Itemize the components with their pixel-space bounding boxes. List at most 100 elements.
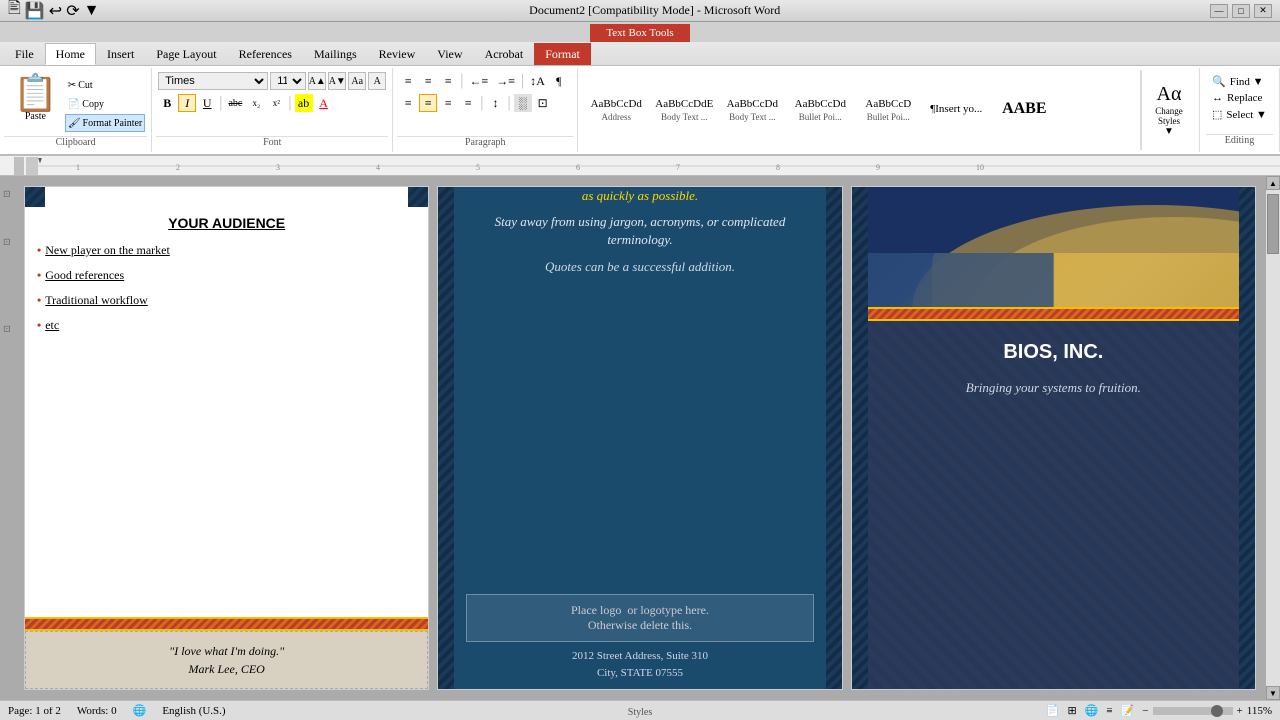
zoom-marker bbox=[1211, 705, 1223, 717]
address-text: 2012 Street Address, Suite 310 City, STA… bbox=[466, 648, 813, 681]
subscript-button[interactable]: x₂ bbox=[247, 94, 265, 112]
line-spacing-button[interactable]: ↕ bbox=[486, 94, 504, 112]
save-icon[interactable]: 💾 bbox=[25, 1, 45, 21]
style-body-text-1-preview: AaBbCcDdE bbox=[655, 98, 713, 110]
middle-text-1: as quickly as possible. bbox=[466, 187, 813, 205]
pages-container: YOUR AUDIENCE • New player on the market… bbox=[14, 176, 1266, 700]
style-body-text-2-preview: AaBbCcDd bbox=[727, 98, 778, 110]
undo-icon[interactable]: ↩ bbox=[49, 1, 62, 21]
bullet-sym-2: • bbox=[37, 268, 41, 283]
clear-format-button[interactable]: A bbox=[368, 72, 386, 90]
middle-left-stripe bbox=[438, 187, 454, 689]
grow-font-button[interactable]: A▲ bbox=[308, 72, 326, 90]
maximize-button[interactable]: □ bbox=[1232, 4, 1250, 18]
tab-file[interactable]: File bbox=[4, 43, 45, 65]
style-bullet-2[interactable]: AaBbCcD Bullet Poi... bbox=[854, 95, 922, 125]
replace-button[interactable]: ↔ Replace bbox=[1208, 91, 1271, 105]
select-label: Select ▼ bbox=[1226, 109, 1267, 121]
font-group: Times 11 A▲ A▼ Aa A B I U | abc x₂ x² | … bbox=[152, 68, 393, 152]
ribbon: 📋 Paste ✂Cut 📄Copy 🖌Format Painter Clipb… bbox=[0, 66, 1280, 156]
sort-button[interactable]: ↕A bbox=[527, 72, 548, 90]
title-bar-left: 🖹 💾 ↩ ⟳ ▼ bbox=[8, 0, 99, 24]
style-heading[interactable]: AABE bbox=[990, 97, 1058, 123]
underline-button[interactable]: U bbox=[198, 94, 216, 112]
replace-icon: ↔ bbox=[1212, 92, 1223, 104]
middle-text-3: Quotes can be a successful addition. bbox=[466, 258, 813, 276]
justify-button[interactable]: ≡ bbox=[459, 94, 477, 112]
change-styles-arrow: ▼ bbox=[1164, 126, 1174, 137]
numbering-button[interactable]: ≡ bbox=[419, 72, 437, 90]
bold-button[interactable]: B bbox=[158, 94, 176, 112]
superscript-button[interactable]: x² bbox=[267, 94, 285, 112]
align-left-button[interactable]: ≡ bbox=[399, 94, 417, 112]
align-right-button[interactable]: ≡ bbox=[439, 94, 457, 112]
styles-group: AaBbCcDd Address AaBbCcDdE Body Text ...… bbox=[578, 68, 1200, 152]
scroll-thumb[interactable] bbox=[1267, 194, 1279, 254]
clipboard-group: 📋 Paste ✂Cut 📄Copy 🖌Format Painter Clipb… bbox=[0, 68, 152, 152]
italic-button[interactable]: I bbox=[178, 94, 196, 112]
logo-text-1: Place logo or logotype here.Otherwise de… bbox=[475, 603, 804, 633]
font-name-select[interactable]: Times bbox=[158, 72, 268, 90]
cut-button[interactable]: ✂Cut bbox=[65, 76, 145, 94]
highlight-button[interactable]: ab bbox=[295, 94, 313, 112]
style-bullet-2-preview: AaBbCcD bbox=[865, 98, 911, 110]
title-bar: 🖹 💾 ↩ ⟳ ▼ Document2 [Compatibility Mode]… bbox=[0, 0, 1280, 22]
style-insert[interactable]: ¶Insert yo... bbox=[922, 100, 990, 120]
minimize-button[interactable]: — bbox=[1210, 4, 1228, 18]
tab-home[interactable]: Home bbox=[45, 43, 96, 65]
style-body-text-2[interactable]: AaBbCcDd Body Text ... bbox=[718, 95, 786, 125]
style-address[interactable]: AaBbCcDd Address bbox=[582, 95, 650, 125]
tab-format[interactable]: Format bbox=[534, 43, 591, 65]
bullet-text-3: Traditional workflow bbox=[45, 293, 148, 308]
vertical-scrollbar[interactable]: ▲ ▼ bbox=[1266, 176, 1280, 700]
decrease-indent-button[interactable]: ←≡ bbox=[466, 72, 491, 90]
tab-page-layout[interactable]: Page Layout bbox=[145, 43, 227, 65]
strikethrough-button[interactable]: abc bbox=[225, 94, 245, 112]
multilevel-button[interactable]: ≡ bbox=[439, 72, 457, 90]
copy-button[interactable]: 📄Copy bbox=[65, 95, 145, 113]
bullet-item-2: • Good references bbox=[37, 268, 416, 283]
change-styles-button[interactable]: Aα ChangeStyles ▼ bbox=[1141, 70, 1196, 150]
tab-acrobat[interactable]: Acrobat bbox=[474, 43, 535, 65]
quote-attribution: Mark Lee, CEO bbox=[189, 662, 265, 676]
font-size-select[interactable]: 11 bbox=[270, 72, 306, 90]
svg-text:2: 2 bbox=[176, 163, 180, 172]
editing-group-label: Editing bbox=[1206, 134, 1273, 148]
tab-review[interactable]: Review bbox=[368, 43, 427, 65]
left-bottom-red-stripe bbox=[25, 617, 428, 631]
borders-button[interactable]: ⊡ bbox=[534, 94, 552, 112]
select-button[interactable]: ⬚ Select ▼ bbox=[1208, 107, 1271, 122]
paste-button[interactable]: 📋 Paste bbox=[6, 72, 65, 134]
svg-text:9: 9 bbox=[876, 163, 880, 172]
increase-indent-button[interactable]: →≡ bbox=[493, 72, 518, 90]
address-line-2: City, STATE 07555 bbox=[466, 665, 813, 682]
font-color-button[interactable]: A bbox=[315, 94, 333, 112]
shrink-font-button[interactable]: A▼ bbox=[328, 72, 346, 90]
change-case-button[interactable]: Aa bbox=[348, 72, 366, 90]
shading-button[interactable]: ░ bbox=[514, 94, 532, 112]
style-body-text-1[interactable]: AaBbCcDdE Body Text ... bbox=[650, 95, 718, 125]
tab-mailings[interactable]: Mailings bbox=[303, 43, 368, 65]
style-bullet-1[interactable]: AaBbCcDd Bullet Poi... bbox=[786, 95, 854, 125]
close-button[interactable]: ✕ bbox=[1254, 4, 1272, 18]
zoom-slider[interactable] bbox=[1153, 707, 1233, 715]
tab-insert[interactable]: Insert bbox=[96, 43, 145, 65]
scroll-down-arrow[interactable]: ▼ bbox=[1266, 686, 1280, 700]
photo-svg bbox=[852, 187, 1255, 307]
text-box-tools-tab[interactable]: Text Box Tools bbox=[590, 24, 689, 42]
show-marks-button[interactable]: ¶ bbox=[550, 72, 568, 90]
svg-text:4: 4 bbox=[376, 163, 380, 172]
scroll-up-arrow[interactable]: ▲ bbox=[1266, 176, 1280, 190]
tab-view[interactable]: View bbox=[426, 43, 473, 65]
tab-references[interactable]: References bbox=[228, 43, 303, 65]
redo-icon[interactable]: ⟳ bbox=[66, 1, 79, 21]
audience-title: YOUR AUDIENCE bbox=[37, 215, 416, 231]
dropdown-arrow[interactable]: ▼ bbox=[84, 2, 100, 20]
middle-text-area: as quickly as possible. Stay away from u… bbox=[438, 187, 841, 586]
style-body-text-1-label: Body Text ... bbox=[661, 112, 707, 122]
replace-label: Replace bbox=[1227, 92, 1262, 104]
find-button[interactable]: 🔍 Find ▼ bbox=[1208, 74, 1271, 89]
align-center-button[interactable]: ≡ bbox=[419, 94, 437, 112]
format-painter-button[interactable]: 🖌Format Painter bbox=[65, 114, 145, 132]
bullets-button[interactable]: ≡ bbox=[399, 72, 417, 90]
